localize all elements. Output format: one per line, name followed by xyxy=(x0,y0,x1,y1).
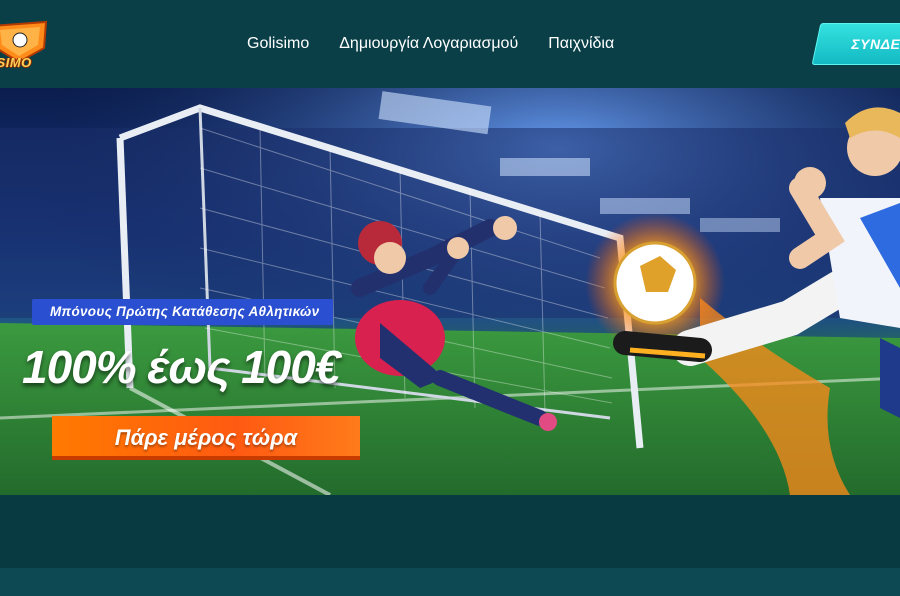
login-button-label: ΣΥΝΔΕ xyxy=(851,36,900,52)
logo-text: LISIMO xyxy=(0,55,32,70)
top-navigation-bar: LISIMO Golisimo Δημιουργία Λογαριασμού Π… xyxy=(0,0,900,89)
logo[interactable]: LISIMO xyxy=(0,18,52,70)
nav-link-golisimo[interactable]: Golisimo xyxy=(247,35,309,53)
promo-tag: Μπόνους Πρώτης Κατάθεσης Αθλητικών xyxy=(32,299,334,325)
nav-link-create-account[interactable]: Δημιουργία Λογαριασμού xyxy=(339,35,518,53)
bonus-headline: 100% έως 100€ xyxy=(22,341,340,393)
content-band xyxy=(0,495,900,568)
footer-strip xyxy=(0,568,900,596)
main-nav: Golisimo Δημιουργία Λογαριασμού Παιχνίδι… xyxy=(247,35,614,53)
login-button[interactable]: ΣΥΝΔΕ xyxy=(811,23,900,65)
hero-banner[interactable]: Μπόνους Πρώτης Κατάθεσης Αθλητικών 100% … xyxy=(0,88,900,495)
nav-link-games[interactable]: Παιχνίδια xyxy=(548,35,614,53)
join-now-button[interactable]: Πάρε μέρος τώρα xyxy=(52,416,360,460)
